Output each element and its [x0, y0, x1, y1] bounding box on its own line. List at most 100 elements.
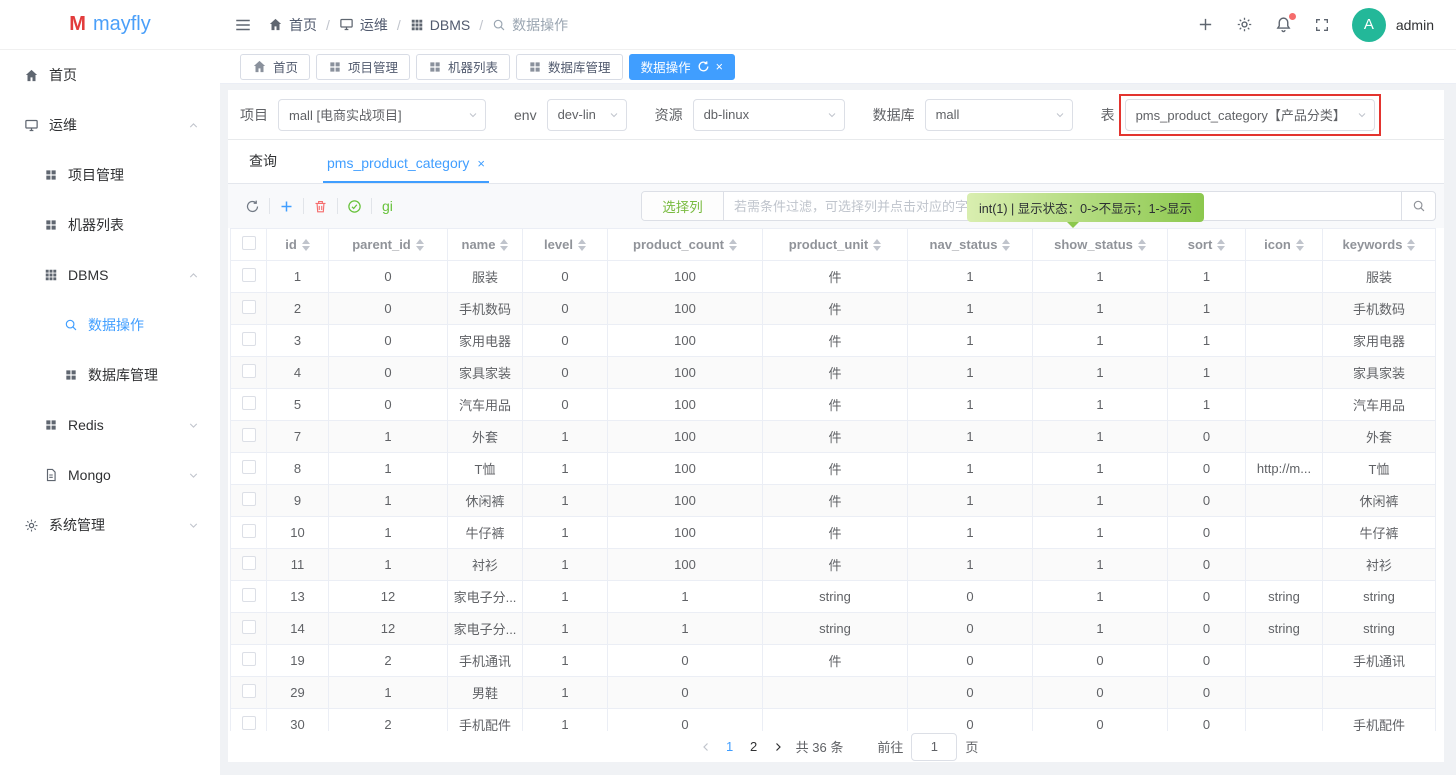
table-row[interactable]: 4 0 家具家装 0 100 件 1 1 1 家具家装 — [230, 356, 1436, 389]
resource-select[interactable]: db-linux — [692, 98, 845, 131]
table-row[interactable]: 1 0 服装 0 100 件 1 1 1 服装 — [230, 260, 1436, 293]
open-tab-数据操作[interactable]: 数据操作 × — [628, 53, 735, 80]
row-checkbox[interactable] — [241, 652, 256, 666]
sort-carets-icon[interactable] — [1295, 238, 1304, 251]
table-row[interactable]: 7 1 外套 1 100 件 1 1 0 外套 — [230, 420, 1436, 453]
page-number-1[interactable]: 1 — [718, 739, 742, 754]
sort-carets-icon[interactable] — [301, 238, 310, 251]
open-tab-机器列表[interactable]: 机器列表 — [416, 53, 511, 80]
sidebar-item-系统管理[interactable]: 系统管理 — [0, 500, 220, 550]
sort-carets-icon[interactable] — [415, 238, 424, 251]
row-checkbox[interactable] — [241, 300, 256, 314]
row-checkbox[interactable] — [241, 268, 256, 282]
table-row[interactable]: 14 12 家电子分... 1 1 string 0 1 0 string string — [230, 612, 1436, 645]
table-select[interactable]: pms_product_category【产品分类】 — [1118, 93, 1381, 136]
select-all-checkbox[interactable] — [241, 236, 256, 250]
sidebar-item-运维[interactable]: 运维 — [0, 100, 220, 150]
column-header-show_status[interactable]: show_status — [1032, 228, 1168, 261]
row-checkbox[interactable] — [241, 716, 256, 730]
env-select[interactable]: dev-lin — [546, 98, 627, 131]
close-icon[interactable]: × — [716, 60, 723, 74]
close-icon[interactable]: × — [477, 156, 485, 171]
sort-carets-icon[interactable] — [729, 238, 737, 251]
column-header-id[interactable]: id — [266, 228, 329, 261]
sidebar-item-首页[interactable]: 首页 — [0, 50, 220, 100]
next-page-icon[interactable] — [766, 741, 790, 753]
delete-icon[interactable] — [304, 199, 337, 214]
sidebar-item-数据库管理[interactable]: 数据库管理 — [0, 350, 220, 400]
sidebar-item-DBMS[interactable]: DBMS — [0, 250, 220, 300]
refresh-icon[interactable] — [697, 60, 710, 73]
menu-fold-icon[interactable] — [234, 16, 252, 34]
table-row[interactable]: 11 1 衬衫 1 100 件 1 1 0 衬衫 — [230, 548, 1436, 581]
column-header-product_unit[interactable]: product_unit — [762, 228, 908, 261]
goto-page-input[interactable] — [911, 732, 958, 761]
table-row[interactable]: 5 0 汽车用品 0 100 件 1 1 1 汽车用品 — [230, 388, 1436, 421]
open-tab-数据库管理[interactable]: 数据库管理 — [516, 53, 623, 80]
bell-icon[interactable] — [1275, 13, 1296, 33]
row-checkbox[interactable] — [241, 364, 256, 378]
sort-carets-icon[interactable] — [873, 238, 882, 251]
row-checkbox[interactable] — [241, 524, 256, 538]
add-icon[interactable] — [1197, 16, 1214, 33]
add-row-icon[interactable] — [270, 199, 303, 214]
row-checkbox[interactable] — [241, 556, 256, 570]
avatar[interactable]: A — [1351, 7, 1386, 42]
sort-carets-icon[interactable] — [1217, 238, 1226, 251]
column-header-level[interactable]: level — [522, 228, 608, 261]
select-columns-button[interactable]: 选择列 — [642, 192, 724, 220]
tab-query[interactable]: 查询 — [245, 151, 281, 183]
column-header-parent_id[interactable]: parent_id — [328, 228, 448, 261]
table-row[interactable]: 8 1 T恤 1 100 件 1 1 0 http://m... T恤 — [230, 452, 1436, 485]
row-checkbox[interactable] — [241, 396, 256, 410]
sidebar-item-Mongo[interactable]: Mongo — [0, 450, 220, 500]
username[interactable]: admin — [1396, 17, 1434, 33]
project-select[interactable]: mall [电商实战项目] — [278, 98, 486, 131]
breadcrumb-item[interactable]: 数据操作 — [492, 15, 568, 35]
breadcrumb-item[interactable]: 运维 — [339, 15, 388, 35]
fullscreen-icon[interactable] — [1314, 17, 1330, 33]
row-checkbox[interactable] — [241, 460, 256, 474]
table-row[interactable]: 2 0 手机数码 0 100 件 1 1 1 手机数码 — [230, 292, 1436, 325]
table-row[interactable]: 9 1 休闲裤 1 100 件 1 1 0 休闲裤 — [230, 484, 1436, 517]
tab-table-active[interactable]: pms_product_category × — [323, 155, 490, 183]
column-header-sort[interactable]: sort — [1167, 228, 1246, 261]
column-header-icon[interactable]: icon — [1245, 228, 1323, 261]
table-row[interactable]: 29 1 男鞋 1 0 0 0 0 — [230, 676, 1436, 709]
refresh-icon[interactable] — [236, 199, 269, 214]
row-checkbox[interactable] — [241, 332, 256, 346]
row-checkbox[interactable] — [241, 588, 256, 602]
table-row[interactable]: 3 0 家用电器 0 100 件 1 1 1 家用电器 — [230, 324, 1436, 357]
column-header-name[interactable]: name — [447, 228, 523, 261]
sort-carets-icon[interactable] — [1137, 238, 1146, 251]
database-select[interactable]: mall — [924, 98, 1073, 131]
row-checkbox[interactable] — [241, 684, 256, 698]
table-row[interactable]: 13 12 家电子分... 1 1 string 0 1 0 string string — [230, 580, 1436, 613]
sidebar-item-Redis[interactable]: Redis — [0, 400, 220, 450]
row-checkbox[interactable] — [241, 428, 256, 442]
sidebar-item-数据操作[interactable]: 数据操作 — [0, 300, 220, 350]
table-row[interactable]: 30 2 手机配件 1 0 0 0 0 手机配件 — [230, 708, 1436, 731]
row-checkbox[interactable] — [241, 492, 256, 506]
commit-check-icon[interactable] — [338, 199, 371, 214]
gear-icon[interactable] — [1236, 16, 1253, 33]
page-number-2[interactable]: 2 — [742, 739, 766, 754]
column-header-nav_status[interactable]: nav_status — [907, 228, 1033, 261]
sidebar-item-机器列表[interactable]: 机器列表 — [0, 200, 220, 250]
table-row[interactable]: 10 1 牛仔裤 1 100 件 1 1 0 牛仔裤 — [230, 516, 1436, 549]
table-row[interactable]: 19 2 手机通讯 1 0 件 0 0 0 手机通讯 — [230, 644, 1436, 677]
open-tab-首页[interactable]: 首页 — [240, 53, 311, 80]
sort-carets-icon[interactable] — [1407, 238, 1416, 251]
breadcrumb-item[interactable]: DBMS — [410, 17, 470, 33]
sort-carets-icon[interactable] — [500, 238, 509, 251]
prev-page-icon[interactable] — [694, 741, 718, 753]
column-header-keywords[interactable]: keywords — [1322, 228, 1436, 261]
breadcrumb-item[interactable]: 首页 — [268, 15, 317, 35]
sort-carets-icon[interactable] — [1002, 238, 1011, 251]
row-checkbox[interactable] — [241, 620, 256, 634]
open-tab-项目管理[interactable]: 项目管理 — [316, 53, 411, 80]
column-header-product_count[interactable]: product_count — [607, 228, 763, 261]
sort-carets-icon[interactable] — [577, 238, 586, 251]
sidebar-item-项目管理[interactable]: 项目管理 — [0, 150, 220, 200]
search-icon[interactable] — [1401, 192, 1435, 220]
